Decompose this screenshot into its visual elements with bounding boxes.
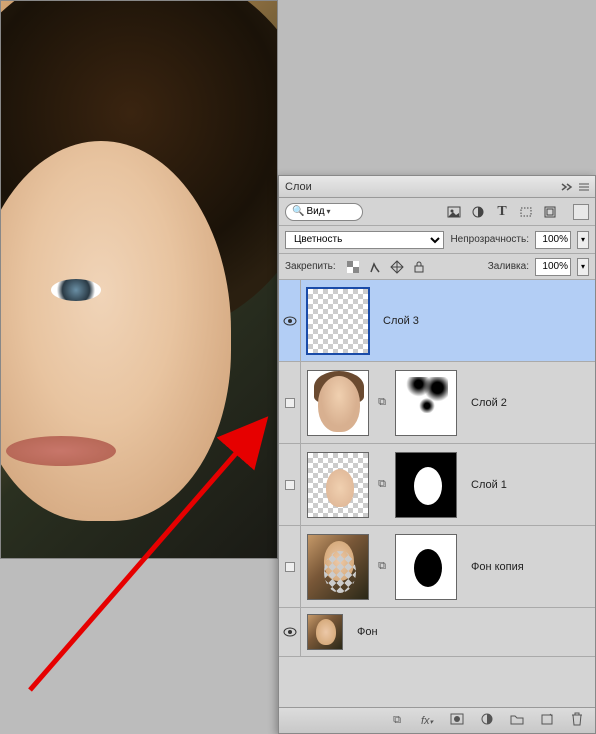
blend-mode-select[interactable]: Цветность [285,231,444,249]
layer-row[interactable]: Слой 3 [279,280,595,362]
visibility-checkbox[interactable] [285,562,295,572]
visibility-icon[interactable] [283,316,297,326]
search-icon: 🔍 [292,206,304,217]
panel-options-icon[interactable] [573,204,589,220]
panel-footer: ⧉ fx▾ [279,707,595,733]
panel-menu-icon[interactable] [579,182,589,192]
blend-row: Цветность Непрозрачность: 100% ▾ [279,226,595,254]
layers-list[interactable]: Слой 3 ⧉ Слой 2 ⧉ [279,280,595,707]
layer-thumbnail[interactable] [307,370,369,436]
layer-mask-thumbnail[interactable] [395,534,457,600]
layer-row[interactable]: Фон [279,608,595,657]
filter-type-icon[interactable]: T [495,205,509,219]
lock-transparent-icon[interactable] [346,260,360,274]
canvas-area: Слои 🔍 Вид ▾ T Цветность Непро [0,0,596,734]
lock-position-icon[interactable] [390,260,404,274]
lock-all-icon[interactable] [412,260,426,274]
layer-name[interactable]: Слой 3 [383,315,419,327]
fx-icon[interactable]: fx▾ [419,715,435,727]
trash-icon[interactable] [569,712,585,729]
fill-value[interactable]: 100% [535,258,571,276]
visibility-checkbox[interactable] [285,480,295,490]
visibility-checkbox[interactable] [285,398,295,408]
mask-link-icon[interactable]: ⧉ [375,560,389,573]
lock-image-icon[interactable] [368,260,382,274]
filter-shape-icon[interactable] [519,205,533,219]
filter-toolbar: 🔍 Вид ▾ T [279,198,595,226]
adjustment-icon[interactable] [479,712,495,729]
mask-icon[interactable] [449,713,465,728]
dropdown-icon: ▾ [327,207,331,216]
layer-row[interactable]: ⧉ Слой 2 [279,362,595,444]
layer-mask-thumbnail[interactable] [395,370,457,436]
group-icon[interactable] [509,713,525,728]
layer-name[interactable]: Слой 1 [471,479,507,491]
layer-name[interactable]: Слой 2 [471,397,507,409]
layer-thumbnail[interactable] [307,614,343,650]
filter-label: Вид [306,206,324,217]
layer-row[interactable]: ⧉ Слой 1 [279,444,595,526]
new-layer-icon[interactable] [539,713,555,728]
visibility-icon[interactable] [283,627,297,637]
document-image[interactable] [0,0,278,559]
link-layers-icon[interactable]: ⧉ [389,714,405,727]
fill-dropdown[interactable]: ▾ [577,258,589,276]
opacity-label: Непрозрачность: [450,234,529,245]
layer-thumbnail[interactable] [307,288,369,354]
panel-title: Слои [285,181,312,193]
layer-row[interactable]: ⧉ Фон копия [279,526,595,608]
mask-link-icon[interactable]: ⧉ [375,478,389,491]
fill-label: Заливка: [488,261,529,272]
panel-header[interactable]: Слои [279,176,595,198]
filter-adjust-icon[interactable] [471,205,485,219]
collapse-icon[interactable] [561,182,575,192]
lock-label: Закрепить: [285,261,336,272]
layers-panel: Слои 🔍 Вид ▾ T Цветность Непро [278,175,596,734]
opacity-dropdown[interactable]: ▾ [577,231,589,249]
layer-mask-thumbnail[interactable] [395,452,457,518]
mask-link-icon[interactable]: ⧉ [375,396,389,409]
layer-name[interactable]: Фон копия [471,561,524,573]
filter-image-icon[interactable] [447,205,461,219]
layer-thumbnail[interactable] [307,452,369,518]
layer-name[interactable]: Фон [357,626,378,638]
opacity-value[interactable]: 100% [535,231,571,249]
filter-smart-icon[interactable] [543,205,557,219]
layer-thumbnail[interactable] [307,534,369,600]
layer-filter-combo[interactable]: 🔍 Вид ▾ [285,203,363,221]
lock-row: Закрепить: Заливка: 100% ▾ [279,254,595,280]
